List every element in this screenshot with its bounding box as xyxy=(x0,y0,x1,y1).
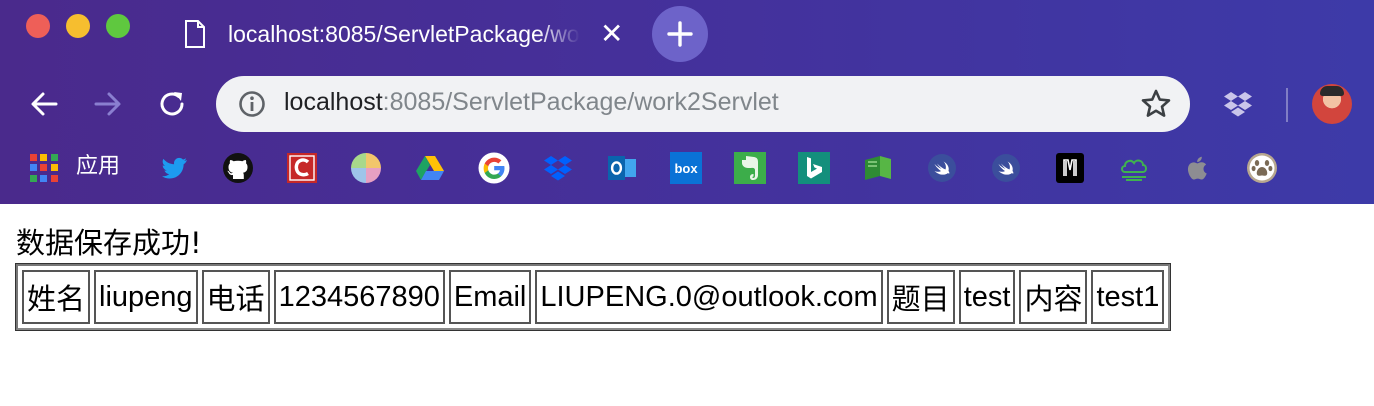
paw-icon[interactable] xyxy=(1246,152,1278,184)
url-host: localhost xyxy=(284,88,383,116)
page-content: 数据保存成功! 姓名 liupeng 电话 1234567890 Email L… xyxy=(0,204,1374,406)
phone-label-cell: 电话 xyxy=(201,270,270,324)
forward-button[interactable] xyxy=(86,80,130,128)
reload-button[interactable] xyxy=(150,80,194,128)
apps-grid-icon[interactable] xyxy=(30,154,58,182)
twitter-icon[interactable] xyxy=(158,152,190,184)
new-tab-button[interactable] xyxy=(652,6,708,62)
bookmarks-bar: 应用 box xyxy=(0,146,1374,190)
document-icon xyxy=(185,20,205,48)
address-bar[interactable]: localhost:8085/ServletPackage/work2Servl… xyxy=(216,76,1190,132)
color-wheel-icon[interactable] xyxy=(350,152,382,184)
email-label-cell: Email xyxy=(448,270,532,324)
plus-icon xyxy=(667,21,693,47)
google-drive-icon[interactable] xyxy=(414,152,446,184)
apps-bookmark-label[interactable]: 应用 xyxy=(76,152,120,182)
swift-icon[interactable] xyxy=(926,152,958,184)
toolbar-separator xyxy=(1286,88,1288,122)
m-app-icon[interactable] xyxy=(1054,152,1086,184)
success-message: 数据保存成功! xyxy=(16,226,202,260)
tab-title: localhost:8085/ServletPackage/work2Servl… xyxy=(228,20,580,47)
record-table: 姓名 liupeng 电话 1234567890 Email LIUPENG.0… xyxy=(14,263,1172,331)
google-icon[interactable] xyxy=(478,152,510,184)
close-window-button[interactable] xyxy=(26,14,50,38)
minimize-window-button[interactable] xyxy=(66,14,90,38)
content-label-cell: 内容 xyxy=(1019,270,1088,324)
phone-value-cell: 1234567890 xyxy=(273,270,445,324)
dropbox-icon[interactable] xyxy=(542,152,574,184)
dropbox-extension-icon[interactable] xyxy=(1222,88,1254,120)
github-icon[interactable] xyxy=(222,152,254,184)
arrow-left-icon xyxy=(31,92,58,116)
email-value-cell: LIUPENG.0@outlook.com xyxy=(535,270,883,324)
outlook-icon[interactable] xyxy=(606,152,638,184)
subject-label-cell: 题目 xyxy=(886,270,955,324)
c-app-icon[interactable] xyxy=(286,152,318,184)
profile-avatar[interactable] xyxy=(1312,84,1352,124)
back-button[interactable] xyxy=(22,80,66,128)
url-path: :8085/ServletPackage/work2Servlet xyxy=(382,88,779,116)
apple-icon[interactable] xyxy=(1182,152,1214,184)
swift-icon[interactable] xyxy=(990,152,1022,184)
table-row: 姓名 liupeng 电话 1234567890 Email LIUPENG.0… xyxy=(22,270,1165,324)
info-icon[interactable] xyxy=(238,90,266,118)
zoom-window-button[interactable] xyxy=(106,14,130,38)
svg-text:box: box xyxy=(674,161,698,176)
name-value-cell: liupeng xyxy=(94,270,198,324)
bing-icon[interactable] xyxy=(798,152,830,184)
content-value-cell: test1 xyxy=(1091,270,1165,324)
arrow-right-icon xyxy=(94,92,121,116)
browser-tab[interactable]: localhost:8085/ServletPackage/work2Servl… xyxy=(170,8,630,60)
evernote-icon[interactable] xyxy=(734,152,766,184)
browser-chrome: localhost:8085/ServletPackage/work2Servl… xyxy=(0,0,1374,204)
reload-icon xyxy=(160,92,184,116)
box-icon[interactable]: box xyxy=(670,152,702,184)
green-book-icon[interactable] xyxy=(862,152,894,184)
name-label-cell: 姓名 xyxy=(22,270,91,324)
cloud-icon[interactable] xyxy=(1118,152,1150,184)
url-text[interactable]: localhost:8085/ServletPackage/work2Servl… xyxy=(284,88,779,117)
close-tab-icon[interactable]: ✕ xyxy=(600,20,623,48)
subject-value-cell: test xyxy=(958,270,1016,324)
star-icon[interactable] xyxy=(1140,88,1172,120)
